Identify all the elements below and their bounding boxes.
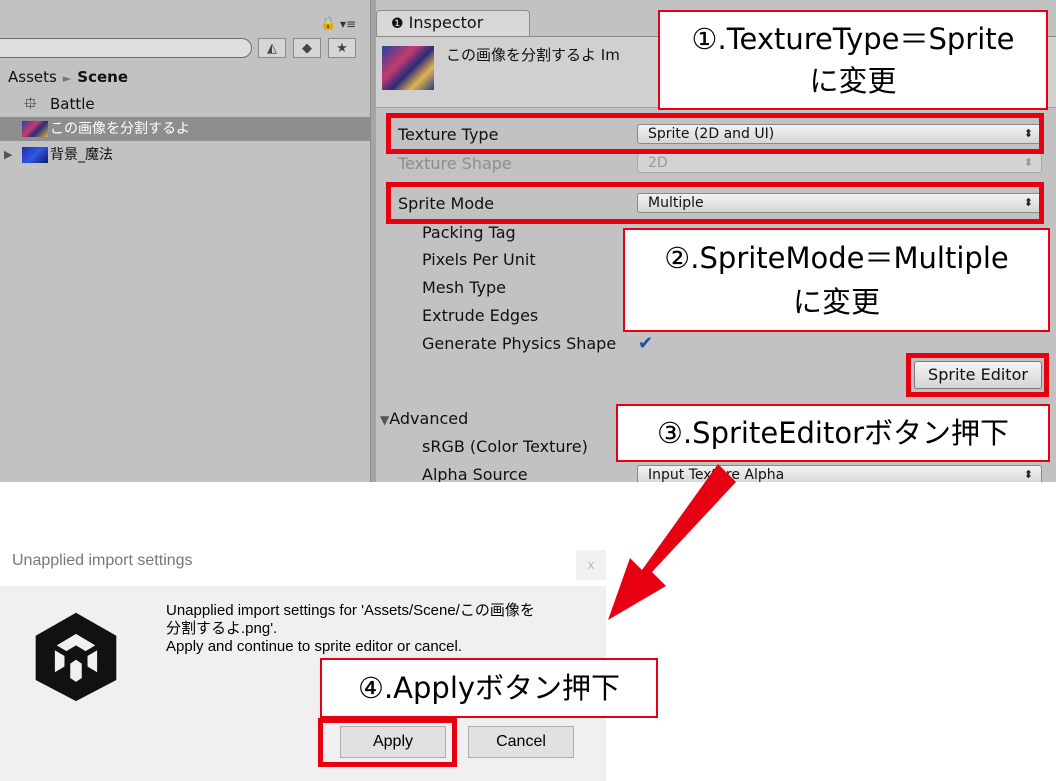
breadcrumb: Assets ► Scene bbox=[8, 68, 128, 86]
dialog-message-line: Unapplied import settings for 'Assets/Sc… bbox=[166, 602, 535, 619]
breadcrumb-separator-icon: ► bbox=[62, 72, 72, 85]
cancel-button[interactable]: Cancel bbox=[468, 726, 574, 758]
dialog-title: Unapplied import settings bbox=[12, 552, 193, 569]
highlight-texture-type bbox=[386, 113, 1044, 154]
breadcrumb-assets[interactable]: Assets bbox=[8, 68, 57, 86]
alpha-source-label: Alpha Source bbox=[422, 465, 528, 482]
dropdown-arrow-icon: ⬍ bbox=[1023, 156, 1033, 169]
advanced-label: Advanced bbox=[389, 409, 469, 428]
lock-icon[interactable]: 🔒 bbox=[320, 16, 336, 31]
panel-menu-icon[interactable]: ▾≡ bbox=[340, 17, 356, 31]
tab-inspector[interactable]: ❶ Inspector bbox=[376, 10, 530, 36]
info-icon: ❶ bbox=[391, 16, 404, 32]
label-icon[interactable]: ◆ bbox=[293, 38, 321, 58]
dialog-message-line: 分割するよ.png'. bbox=[166, 620, 278, 637]
pixels-per-unit-label: Pixels Per Unit bbox=[422, 250, 536, 269]
unity-logo-icon bbox=[35, 612, 117, 702]
asset-item-label: Battle bbox=[50, 95, 95, 113]
extrude-edges-label: Extrude Edges bbox=[422, 306, 539, 325]
callout-step1-line2: に変更 bbox=[809, 64, 897, 98]
callout-step4: ④.Applyボタン押下 bbox=[320, 658, 658, 718]
advanced-foldout[interactable]: ▼Advanced bbox=[380, 409, 468, 428]
highlight-apply-button bbox=[318, 718, 457, 767]
asset-item-label: この画像を分割するよ bbox=[50, 121, 190, 137]
callout-step3: ③.SpriteEditorボタン押下 bbox=[616, 404, 1050, 462]
image-thumbnail bbox=[22, 121, 48, 137]
generate-physics-shape-label: Generate Physics Shape bbox=[422, 334, 617, 353]
texture-shape-dropdown: 2D ⬍ bbox=[637, 153, 1042, 173]
highlight-sprite-mode bbox=[386, 182, 1044, 224]
generate-physics-shape-checkbox[interactable]: ✔ bbox=[638, 335, 658, 353]
asset-item-background-magic[interactable]: ▶ 背景_魔法 bbox=[0, 143, 370, 167]
srgb-label: sRGB (Color Texture) bbox=[422, 437, 588, 456]
dropdown-value: 2D bbox=[648, 155, 668, 171]
dialog-message: Unapplied import settings for 'Assets/Sc… bbox=[166, 602, 596, 656]
tab-label: Inspector bbox=[408, 13, 484, 32]
texture-shape-label: Texture Shape bbox=[398, 154, 512, 173]
unity-scene-icon: ⯐ bbox=[24, 94, 37, 114]
callout-step1-line1: ①.TextureType＝Sprite bbox=[691, 22, 1015, 56]
mesh-type-label: Mesh Type bbox=[422, 278, 506, 297]
asset-item-battle[interactable]: ⯐ Battle bbox=[0, 92, 370, 116]
asset-item-selected-image[interactable]: この画像を分割するよ bbox=[0, 117, 370, 141]
asset-item-label: 背景_魔法 bbox=[50, 147, 113, 163]
project-search-input[interactable] bbox=[0, 38, 252, 58]
callout-step1: ①.TextureType＝Sprite に変更 bbox=[658, 10, 1048, 110]
foldout-arrow-icon: ▼ bbox=[380, 413, 390, 427]
packing-tag-label: Packing Tag bbox=[422, 223, 516, 242]
breadcrumb-scene[interactable]: Scene bbox=[77, 68, 128, 86]
dialog-message-line: Apply and continue to sprite editor or c… bbox=[166, 638, 463, 655]
filter-by-type-icon[interactable]: ◭ bbox=[258, 38, 286, 58]
callout-step2: ②.SpriteMode＝Multiple に変更 bbox=[623, 228, 1050, 332]
arrow-to-dialog-icon bbox=[608, 464, 736, 620]
expand-arrow-icon[interactable]: ▶ bbox=[4, 143, 12, 167]
asset-preview-thumbnail bbox=[382, 46, 434, 90]
image-thumbnail bbox=[22, 147, 48, 163]
dropdown-arrow-icon: ⬍ bbox=[1023, 468, 1033, 481]
inspector-title: この画像を分割するよ Im bbox=[446, 46, 620, 64]
favorite-star-icon[interactable]: ★ bbox=[328, 38, 356, 58]
callout-step2-line2: に変更 bbox=[792, 285, 880, 319]
callout-step2-line1: ②.SpriteMode＝Multiple bbox=[664, 241, 1009, 275]
highlight-sprite-editor-button bbox=[906, 353, 1049, 397]
